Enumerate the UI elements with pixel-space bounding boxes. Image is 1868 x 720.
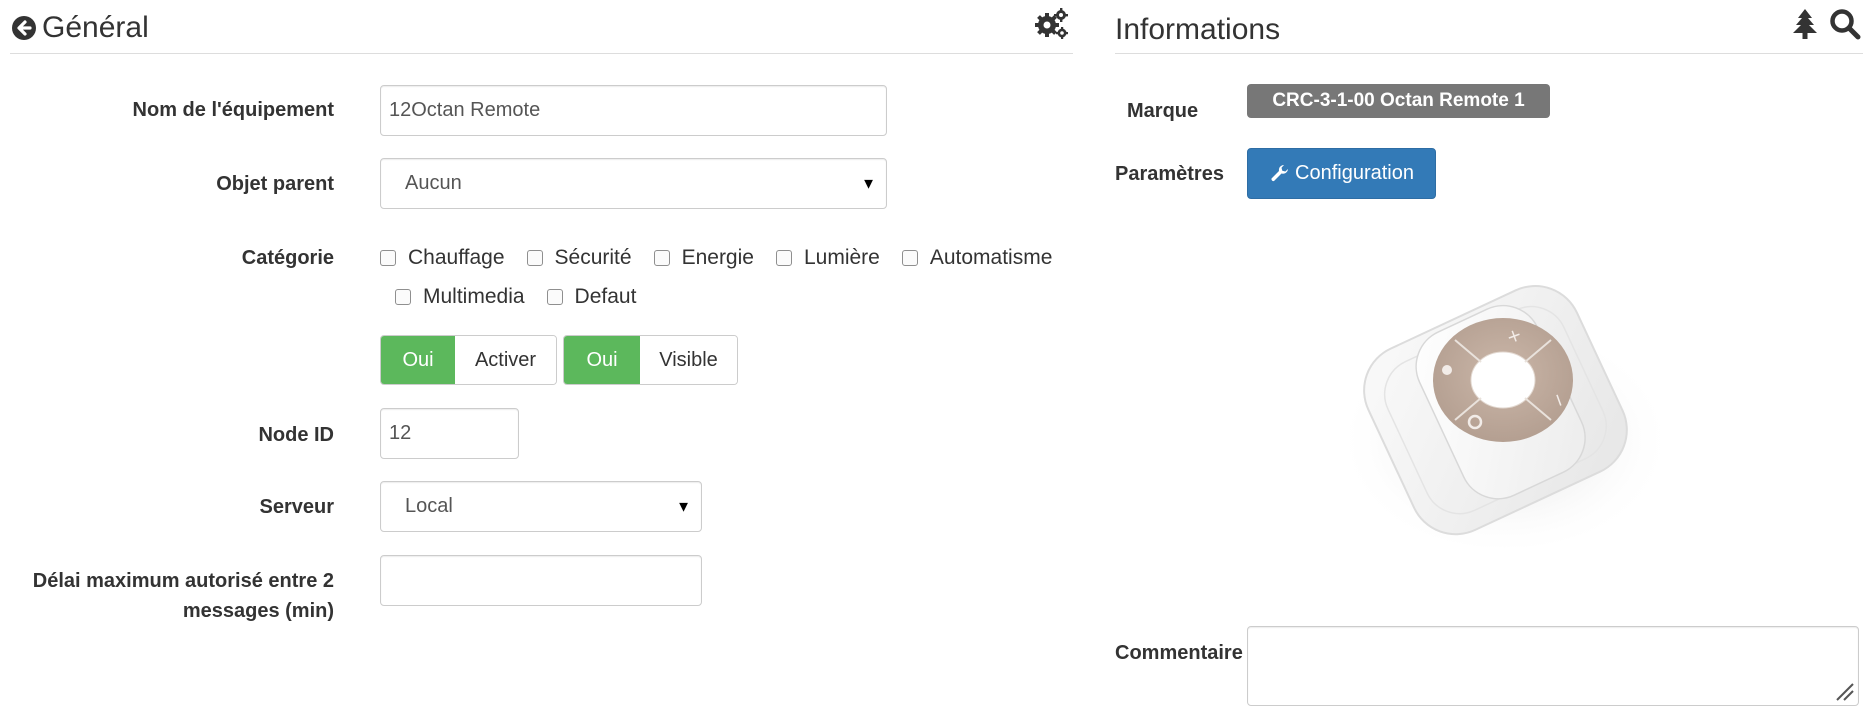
category-defaut[interactable]: Defaut [546,285,637,309]
brand-label: Marque [1127,100,1199,122]
category-multimedia[interactable]: Multimedia [395,285,525,309]
server-label: Serveur [259,496,335,518]
category-automatisme[interactable]: Automatisme [901,246,1053,270]
server-select[interactable]: Local ▼ [380,481,702,532]
delay-input[interactable] [380,555,702,606]
checkbox[interactable] [526,250,543,266]
device-image: + − [1320,268,1680,558]
checkbox[interactable] [395,289,411,305]
category-row-1: Chauffage Sécurité Energie Lumière Autom… [380,243,1052,273]
gears-icon[interactable] [1034,6,1070,42]
category-label-text: Lumière [803,246,880,269]
category-lumiere[interactable]: Lumière [775,246,880,270]
caret-down-icon: ▼ [676,498,691,515]
wrench-icon [1269,163,1291,185]
parent-select-value: Aucun [405,172,462,194]
visible-toggle-on[interactable]: Oui [564,336,640,384]
enable-toggle[interactable]: Oui Activer [380,335,557,385]
name-input[interactable]: 12Octan Remote [380,85,887,136]
category-energie[interactable]: Energie [653,246,754,270]
parent-select[interactable]: Aucun ▼ [380,158,887,209]
resize-grip-icon[interactable] [1833,680,1855,702]
caret-down-icon: ▼ [861,175,876,192]
category-label-text: Multimedia [423,285,525,308]
category-row-2: Multimedia Defaut [395,282,658,312]
category-label-text: Automatisme [929,246,1053,269]
server-select-value: Local [405,495,453,517]
general-divider [10,53,1073,54]
category-securite[interactable]: Sécurité [526,246,632,270]
category-label-text: Chauffage [408,246,505,269]
info-divider [1115,53,1863,54]
search-icon[interactable] [1829,8,1861,40]
visible-toggle[interactable]: Oui Visible [563,335,738,385]
delay-label-line-2: messages (min) [182,600,334,622]
category-label: Catégorie [241,247,334,269]
checkbox[interactable] [380,250,396,266]
comment-textarea[interactable] [1247,626,1859,706]
node-id-input[interactable]: 12 [380,408,519,459]
tree-icon[interactable] [1791,8,1819,40]
category-chauffage[interactable]: Chauffage [380,246,505,270]
info-title: Informations [1115,13,1281,46]
parent-label: Objet parent [216,173,334,195]
page-title: Général [42,11,149,44]
node-id-value: 12 [389,422,412,444]
category-label-text: Defaut [574,285,637,308]
comment-label: Commentaire [1115,642,1243,664]
visible-toggle-label[interactable]: Visible [640,336,737,384]
back-arrow-icon[interactable] [10,14,38,42]
delay-label: Délai maximum autorisé entre 2 messages … [33,566,334,626]
general-header: Général [10,8,149,48]
checkbox[interactable] [901,250,918,266]
category-label-text: Energie [681,246,754,269]
configuration-button[interactable]: Configuration [1247,148,1436,199]
node-id-label: Node ID [258,424,334,446]
enable-toggle-label[interactable]: Activer [455,336,556,384]
checkbox[interactable] [775,250,792,266]
brand-badge: CRC-3-1-00 Octan Remote 1 [1247,84,1550,118]
delay-label-line-1: Délai maximum autorisé entre 2 [32,570,334,592]
category-label-text: Sécurité [554,246,632,269]
enable-toggle-on[interactable]: Oui [381,336,455,384]
name-input-value: 12Octan Remote [389,99,541,121]
checkbox[interactable] [546,289,563,305]
configuration-button-label: Configuration [1295,162,1414,184]
checkbox[interactable] [653,250,670,266]
name-label: Nom de l'équipement [132,99,334,121]
params-label: Paramètres [1115,163,1224,185]
